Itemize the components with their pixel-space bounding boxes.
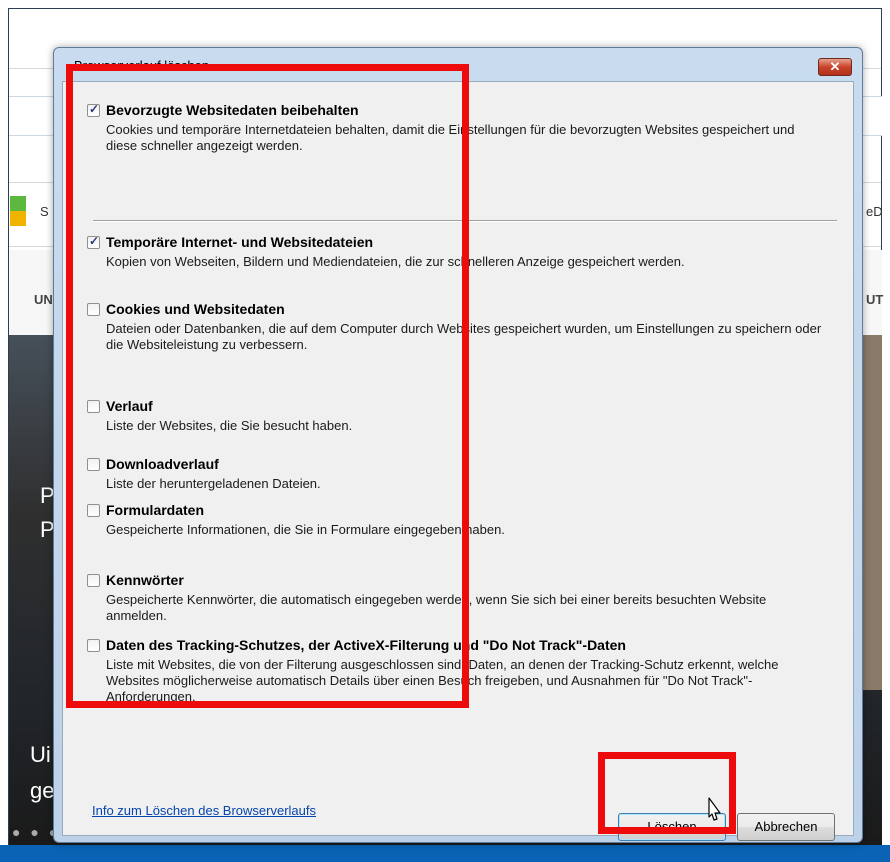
cancel-button[interactable]: Abbrechen [737,813,835,841]
close-button[interactable]: ✕ [818,58,852,76]
bottom-headline-2: ge [30,778,55,803]
highlight-options-box [66,64,469,708]
site-nav-right: UT [866,292,884,307]
close-icon: ✕ [829,59,841,74]
bottom-headline-1: Ui [30,742,51,767]
highlight-delete-box [598,752,736,834]
favorites-logo-icon [10,196,26,226]
info-link[interactable]: Info zum Löschen des Browserverlaufs [92,803,316,818]
site-nav-left: UN [34,292,53,307]
taskbar [0,845,890,862]
favorites-item: S [40,204,49,219]
favorites-item-right: eD [866,204,883,219]
